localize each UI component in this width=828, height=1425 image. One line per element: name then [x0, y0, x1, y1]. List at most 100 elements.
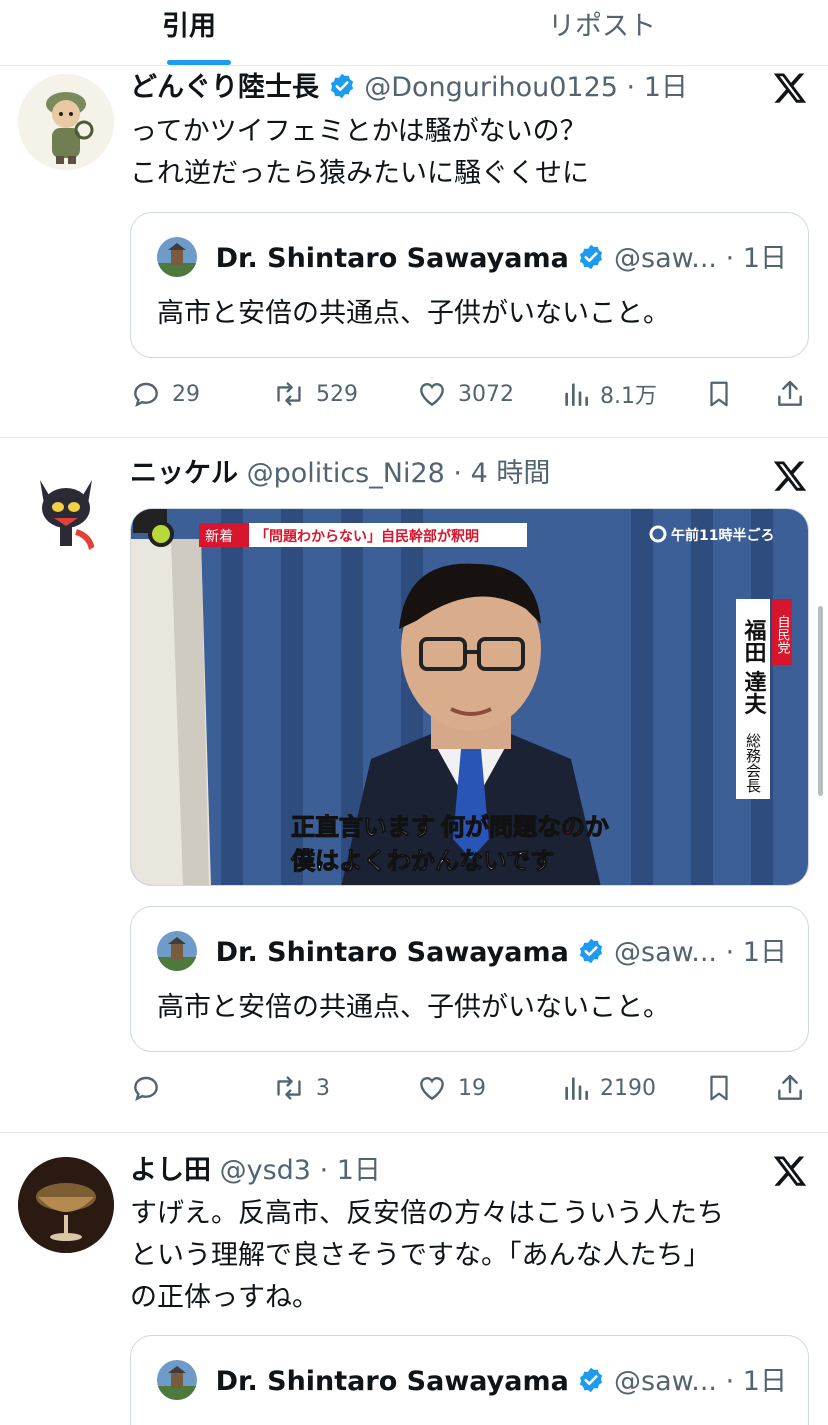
quoted-tweet-text: 高市と安倍の共通点、子供がいないこと。: [157, 992, 670, 1023]
quoted-author-handle: @saw...: [614, 243, 717, 274]
post-time[interactable]: 4 時間: [471, 458, 551, 489]
text-line: ってかツイフェミとかは騒がないの？: [130, 116, 587, 147]
share-icon: [778, 1074, 802, 1100]
avatar[interactable]: [18, 1157, 114, 1253]
attached-image[interactable]: 新着 「問題わからない」自民幹部が釈明 午前11時半ごろ 自民党 福田 達夫 総…: [130, 508, 809, 886]
subtitle-line-2: 僕はよくわかんないです: [290, 847, 554, 875]
person-name: 福田 達夫: [741, 619, 768, 716]
avatar[interactable]: [18, 74, 114, 170]
post-time[interactable]: 1日: [644, 72, 688, 103]
x-logo-icon: [773, 461, 807, 491]
subtitle-line-1: 正直言います 何が問題なのか: [291, 813, 609, 841]
views-button[interactable]: 8.1万: [562, 374, 657, 414]
author-name[interactable]: どんぐり陸士長: [130, 72, 319, 103]
avatar[interactable]: [18, 460, 114, 556]
author-name[interactable]: よし田: [130, 1155, 211, 1186]
tweet-1[interactable]: どんぐり陸士長 @Donguri­hou0125 · 1日 ってかツイフェミとか…: [0, 66, 828, 438]
like-count: 3072: [458, 381, 514, 407]
quoted-tweet[interactable]: Dr. Shintaro Sawayama @saw... · 1日 高市と安倍…: [130, 212, 809, 358]
reply-button[interactable]: 29: [130, 374, 200, 414]
author-handle[interactable]: @ysd3: [220, 1155, 311, 1186]
verified-badge-icon: [580, 938, 603, 964]
text-line: の正体っすね。: [130, 1282, 319, 1313]
tweet-3[interactable]: よし田 @ysd3 · 1日 すげえ。反高市、反安倍の方々はこういう人たち とい…: [0, 1133, 828, 1425]
author-name[interactable]: ニッケル: [130, 458, 238, 489]
repost-button[interactable]: 529: [272, 374, 358, 414]
post-time[interactable]: 1日: [337, 1155, 381, 1186]
quoted-author-handle: @saw...: [614, 937, 717, 968]
verified-badge-icon: [330, 73, 353, 99]
bookmark-icon: [710, 1075, 728, 1101]
views-chart-icon: [565, 1077, 588, 1100]
active-tab-indicator: [167, 60, 231, 65]
separator: ·: [453, 458, 462, 489]
separator: ·: [725, 1366, 735, 1397]
separator: ·: [626, 72, 636, 103]
x-logo-icon: [773, 1156, 807, 1186]
castle-avatar-icon: [157, 237, 197, 277]
quoted-tweet[interactable]: Dr. Shintaro Sawayama @saw... · 1日: [130, 1335, 809, 1425]
tweet-2[interactable]: ニッケル @politics_Ni28 · 4 時間 新着 「問題わからない」自…: [0, 438, 828, 1133]
castle-avatar-icon: [157, 1360, 197, 1400]
quoted-author-name: Dr. Shintaro Sawayama: [215, 243, 569, 274]
tab-bar: 引用 リポスト: [0, 0, 828, 66]
quoted-author-name: Dr. Shintaro Sawayama: [215, 937, 569, 968]
quoted-author-name: Dr. Shintaro Sawayama: [215, 1366, 569, 1397]
news-headline: 「問題わからない」自民幹部が釈明: [255, 528, 479, 545]
news-badge: 新着: [205, 529, 233, 545]
quoted-author-handle: @saw...: [614, 1366, 717, 1397]
like-button[interactable]: 19: [416, 1068, 486, 1108]
person-role: 総務会長: [744, 733, 762, 793]
quoted-avatar: [157, 1360, 197, 1400]
castle-avatar-icon: [157, 931, 197, 971]
scrollbar[interactable]: [818, 606, 823, 796]
verified-badge-icon: [580, 1367, 603, 1393]
quoted-tweet[interactable]: Dr. Shintaro Sawayama @saw... · 1日 高市と安倍…: [130, 906, 809, 1052]
bookmark-button[interactable]: [704, 1068, 734, 1108]
quoted-avatar: [157, 237, 197, 277]
heart-icon: [420, 383, 444, 407]
bookmark-button[interactable]: [704, 374, 734, 414]
repost-icon: [277, 382, 301, 406]
party-label: 自民党: [775, 615, 791, 655]
action-bar: 29 529 3072 8.1万: [130, 374, 810, 414]
tweet-text: すげえ。反高市、反安倍の方々はこういう人たち という理解で良さそうですな。「あん…: [130, 1193, 800, 1319]
quoted-post-time: 1日: [742, 1366, 787, 1397]
x-logo-icon: [773, 73, 807, 103]
view-count: 8.1万: [600, 384, 657, 409]
tab-reposts[interactable]: リポスト: [548, 4, 656, 44]
repost-icon: [277, 1076, 301, 1100]
reply-count: 29: [172, 381, 200, 407]
repost-count: 3: [316, 1075, 330, 1101]
author-handle[interactable]: @Donguri­hou0125: [364, 72, 618, 103]
view-count: 2190: [600, 1075, 656, 1101]
share-button[interactable]: [774, 1068, 806, 1108]
soldier-avatar-icon: [18, 74, 114, 170]
like-count: 19: [458, 1075, 486, 1101]
separator: ·: [725, 937, 735, 968]
text-line: すげえ。反高市、反安倍の方々はこういう人たち: [130, 1198, 724, 1229]
quoted-post-time: 1日: [742, 243, 787, 274]
share-button[interactable]: [774, 374, 806, 414]
author-handle[interactable]: @politics_Ni28: [247, 458, 445, 489]
like-button[interactable]: 3072: [416, 374, 514, 414]
reply-icon: [134, 1076, 158, 1101]
cocktail-glass-avatar-icon: [18, 1157, 114, 1253]
separator: ·: [319, 1155, 329, 1186]
reply-button[interactable]: [130, 1068, 172, 1108]
tweet-text: ってかツイフェミとかは騒がないの？ これ逆だったら猿みたいに騒ぐくせに: [130, 111, 800, 195]
separator: ·: [725, 243, 735, 274]
share-icon: [778, 380, 802, 406]
action-bar: 3 19 2190: [130, 1068, 810, 1108]
heart-icon: [420, 1077, 444, 1101]
views-button[interactable]: 2190: [562, 1068, 656, 1108]
tab-quotes[interactable]: 引用: [162, 4, 216, 44]
repost-button[interactable]: 3: [272, 1068, 330, 1108]
broadcast-time: 午前11時半ごろ: [671, 527, 774, 544]
text-line: これ逆だったら猿みたいに騒ぐくせに: [130, 158, 589, 189]
text-line: という理解で良さそうですな。「あんな人たち」: [130, 1240, 711, 1271]
bookmark-icon: [710, 381, 728, 407]
cat-avatar-icon: [18, 460, 114, 556]
news-broadcast-image: 新着 「問題わからない」自民幹部が釈明 午前11時半ごろ 自民党 福田 達夫 総…: [131, 509, 808, 885]
reply-icon: [134, 382, 158, 407]
